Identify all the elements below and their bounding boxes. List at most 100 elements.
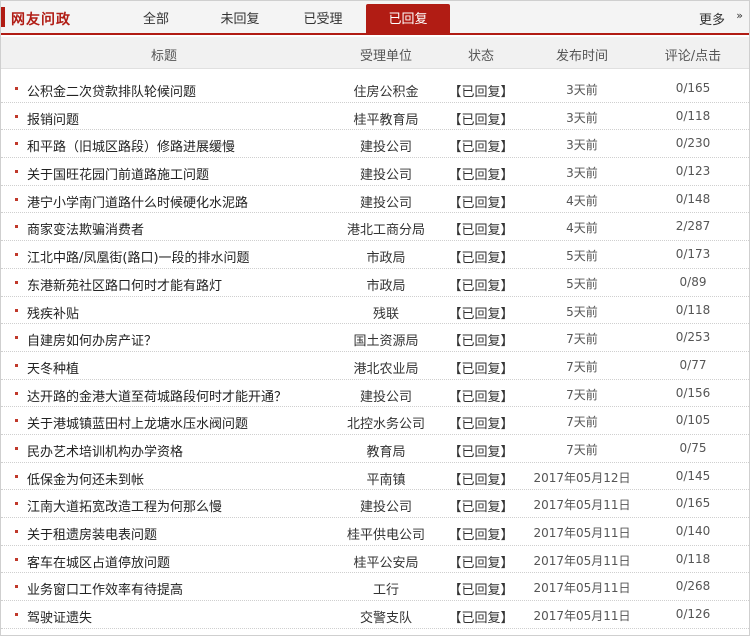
question-title-link[interactable]: 残疾补贴 bbox=[27, 303, 79, 322]
publish-time-cell: 3天前 bbox=[566, 110, 598, 125]
column-header-status: 状态 bbox=[467, 49, 494, 64]
table-row[interactable]: 东港新苑社区路口何时才能有路灯 市政局 【已回复】 5天前 0/89 bbox=[1, 269, 749, 297]
table-row[interactable]: 天冬种植 港北农业局 【已回复】 7天前 0/77 bbox=[1, 352, 749, 380]
publish-time-cell: 4天前 bbox=[566, 193, 598, 208]
department-cell: 建投公司 bbox=[359, 168, 412, 184]
publish-time-cell: 3天前 bbox=[566, 138, 598, 153]
status-link[interactable]: 【已回复】 bbox=[441, 441, 521, 460]
question-title-link[interactable]: 东港新苑社区路口何时才能有路灯 bbox=[27, 275, 222, 294]
comment-click-count-cell: 0/173 bbox=[675, 247, 711, 262]
bullet-icon bbox=[15, 613, 18, 617]
publish-time-cell: 4天前 bbox=[566, 221, 598, 236]
question-title-link[interactable]: 江南大道拓宽改造工程为何那么慢 bbox=[27, 496, 222, 515]
table-row[interactable]: 报销问题 桂平教育局 【已回复】 3天前 0/118 bbox=[1, 103, 749, 131]
department-cell: 港北农业局 bbox=[353, 361, 419, 377]
question-title-link[interactable]: 客车在城区占道停放问题 bbox=[27, 552, 170, 571]
table-row[interactable]: 业务窗口工作效率有待提高 工行 【已回复】 2017年05月11日 0/268 bbox=[1, 573, 749, 602]
bullet-icon bbox=[15, 308, 18, 312]
question-title-link[interactable]: 业务窗口工作效率有待提高 bbox=[27, 579, 183, 598]
question-title-link[interactable]: 公积金二次贷款排队轮候问题 bbox=[27, 81, 196, 100]
table-row[interactable]: 公积金二次贷款排队轮候问题 住房公积金 【已回复】 3天前 0/165 bbox=[1, 75, 749, 103]
question-title-link[interactable]: 江北中路/凤凰街(路口)一段的排水问题 bbox=[27, 247, 250, 266]
table-row[interactable]: 客车在城区占道停放问题 桂平公安局 【已回复】 2017年05月11日 0/118 bbox=[1, 546, 749, 574]
double-chevron-right-icon[interactable]: » bbox=[736, 9, 743, 22]
status-link[interactable]: 【已回复】 bbox=[441, 358, 521, 377]
more-link[interactable]: 更多 bbox=[699, 9, 725, 28]
comment-click-count-cell: 0/118 bbox=[675, 302, 711, 317]
table-row[interactable]: 自建房如何办房产证？ 国土资源局 【已回复】 7天前 0/253 bbox=[1, 324, 749, 352]
table-row[interactable]: 港宁小学南门道路什么时候硬化水泥路 建投公司 【已回复】 4天前 0/148 bbox=[1, 186, 749, 214]
question-title-link[interactable]: 达开路的金港大道至荷城路段何时才能开通？ bbox=[27, 386, 287, 405]
department-cell: 工行 bbox=[372, 583, 399, 599]
department-cell: 建投公司 bbox=[359, 389, 412, 405]
status-link[interactable]: 【已回复】 bbox=[441, 192, 521, 211]
publish-time-cell: 3天前 bbox=[566, 83, 598, 97]
bullet-icon bbox=[15, 419, 18, 423]
status-link[interactable]: 【已回复】 bbox=[441, 109, 521, 128]
publish-time-cell: 7天前 bbox=[566, 359, 598, 374]
question-title-link[interactable]: 天冬种植 bbox=[27, 358, 79, 377]
bullet-icon bbox=[15, 114, 18, 118]
table-row[interactable]: 江北中路/凤凰街(路口)一段的排水问题 市政局 【已回复】 5天前 0/173 bbox=[1, 241, 749, 269]
panel: 网友问政 全部 未回复 已受理 已回复 更多 » 标题 受理单位 状态 发布时间… bbox=[0, 0, 750, 636]
department-cell: 市政局 bbox=[366, 278, 406, 294]
table-row[interactable]: 商家变法欺骗消费者 港北工商分局 【已回复】 4天前 2/287 bbox=[1, 213, 749, 242]
status-link[interactable]: 【已回复】 bbox=[441, 164, 521, 183]
question-title-link[interactable]: 和平路（旧城区路段）修路进展缓慢 bbox=[27, 136, 235, 155]
status-link[interactable]: 【已回复】 bbox=[441, 496, 521, 515]
table-row[interactable]: 和平路（旧城区路段）修路进展缓慢 建投公司 【已回复】 3天前 0/230 bbox=[1, 130, 749, 159]
status-link[interactable]: 【已回复】 bbox=[441, 219, 521, 238]
bullet-icon bbox=[15, 142, 18, 146]
question-title-link[interactable]: 报销问题 bbox=[27, 109, 79, 128]
table-row[interactable]: 民办艺术培训机构办学资格 教育局 【已回复】 7天前 0/75 bbox=[1, 435, 749, 463]
status-link[interactable]: 【已回复】 bbox=[441, 330, 521, 349]
status-link[interactable]: 【已回复】 bbox=[441, 524, 521, 543]
table-row[interactable]: 达开路的金港大道至荷城路段何时才能开通？ 建投公司 【已回复】 7天前 0/156 bbox=[1, 380, 749, 408]
table-row[interactable]: 关于租遗房装电表问题 桂平供电公司 【已回复】 2017年05月11日 0/140 bbox=[1, 518, 749, 546]
comment-click-count-cell: 0/165 bbox=[675, 81, 711, 95]
status-link[interactable]: 【已回复】 bbox=[441, 552, 521, 571]
status-link[interactable]: 【已回复】 bbox=[441, 136, 521, 155]
status-link[interactable]: 【已回复】 bbox=[441, 81, 521, 100]
table-row[interactable]: 驾驶证遗失 交警支队 【已回复】 2017年05月11日 0/126 bbox=[1, 601, 749, 629]
department-cell: 残联 bbox=[372, 306, 399, 322]
status-link[interactable]: 【已回复】 bbox=[441, 579, 521, 598]
table-row[interactable]: 低保金为何还未到帐 平南镇 【已回复】 2017年05月12日 0/145 bbox=[1, 463, 749, 491]
comment-click-count-cell: 0/268 bbox=[675, 579, 711, 594]
status-link[interactable]: 【已回复】 bbox=[441, 275, 521, 294]
table-row[interactable]: 残疾补贴 残联 【已回复】 5天前 0/118 bbox=[1, 297, 749, 325]
department-cell: 住房公积金 bbox=[353, 85, 419, 100]
comment-click-count-cell: 0/148 bbox=[675, 191, 711, 206]
question-list: 公积金二次贷款排队轮候问题 住房公积金 【已回复】 3天前 0/165 报销问题 桂平教育局… bbox=[1, 75, 749, 629]
publish-time-cell: 2017年05月11日 bbox=[533, 581, 631, 596]
table-row[interactable]: 关于国旺花园门前道路施工问题 建投公司 【已回复】 3天前 0/123 bbox=[1, 158, 749, 186]
bullet-icon bbox=[15, 87, 18, 90]
table-row[interactable]: 关于港城镇蓝田村上龙塘水压水阀问题 北控水务公司 【已回复】 7天前 0/105 bbox=[1, 407, 749, 435]
publish-time-cell: 2017年05月11日 bbox=[533, 526, 631, 540]
question-title-link[interactable]: 商家变法欺骗消费者 bbox=[27, 219, 144, 238]
status-link[interactable]: 【已回复】 bbox=[441, 303, 521, 322]
status-link[interactable]: 【已回复】 bbox=[441, 413, 521, 432]
status-link[interactable]: 【已回复】 bbox=[441, 607, 521, 626]
question-title-link[interactable]: 驾驶证遗失 bbox=[27, 607, 92, 626]
question-title-link[interactable]: 关于租遗房装电表问题 bbox=[27, 524, 157, 543]
tab-unreplied[interactable]: 未回复 bbox=[209, 4, 271, 35]
tab-all[interactable]: 全部 bbox=[129, 4, 183, 35]
comment-click-count-cell: 0/165 bbox=[675, 496, 711, 511]
question-title-link[interactable]: 关于国旺花园门前道路施工问题 bbox=[27, 164, 209, 183]
status-link[interactable]: 【已回复】 bbox=[441, 469, 521, 488]
question-title-link[interactable]: 港宁小学南门道路什么时候硬化水泥路 bbox=[27, 192, 248, 211]
comment-click-count-cell: 0/230 bbox=[675, 136, 711, 151]
question-title-link[interactable]: 低保金为何还未到帐 bbox=[27, 469, 144, 488]
question-title-link[interactable]: 民办艺术培训机构办学资格 bbox=[27, 441, 183, 460]
status-link[interactable]: 【已回复】 bbox=[441, 247, 521, 266]
tab-replied[interactable]: 已回复 bbox=[366, 4, 450, 35]
panel-title-text: 网友问政 bbox=[11, 12, 71, 28]
question-title-link[interactable]: 关于港城镇蓝田村上龙塘水压水阀问题 bbox=[27, 413, 248, 432]
question-title-link[interactable]: 自建房如何办房产证？ bbox=[27, 330, 157, 349]
status-link[interactable]: 【已回复】 bbox=[441, 386, 521, 405]
bullet-icon bbox=[15, 474, 18, 478]
table-row[interactable]: 江南大道拓宽改造工程为何那么慢 建投公司 【已回复】 2017年05月11日 0/165 bbox=[1, 490, 749, 518]
bullet-icon bbox=[15, 253, 18, 257]
tab-accepted[interactable]: 已受理 bbox=[291, 4, 355, 35]
